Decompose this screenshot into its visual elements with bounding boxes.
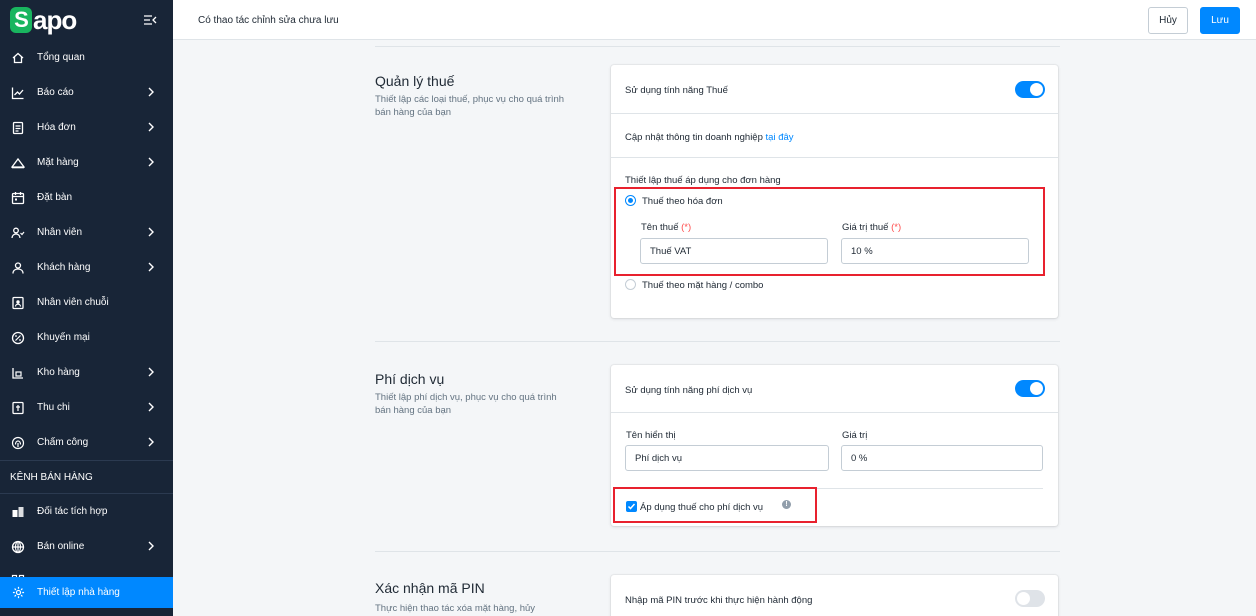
display-name-label: Tên hiển thị xyxy=(626,430,676,441)
promotion-icon xyxy=(11,331,25,345)
sidebar-item-label: Hóa đơn xyxy=(37,122,76,133)
sidebar-item-label: Đặt bàn xyxy=(37,192,73,203)
sidebar-item-label: Thu chi xyxy=(37,402,70,413)
sidebar-item-7[interactable]: Khách hàng xyxy=(0,250,173,285)
save-button[interactable]: Lưu xyxy=(1200,7,1240,34)
sidebar-item-restaurant-settings[interactable]: Thiết lập nhà hàng xyxy=(0,577,173,608)
sidebar-item-label: Nhân viên chuỗi xyxy=(37,297,109,308)
fee-value-input[interactable]: 0 % xyxy=(841,445,1043,471)
tax-toggle-switch[interactable] xyxy=(1015,81,1045,98)
pin-card: Nhập mã PIN trước khi thực hiện hành độn… xyxy=(611,575,1058,616)
fingerprint-icon xyxy=(11,436,25,450)
sidebar-item-11[interactable]: Thu chi xyxy=(0,390,173,425)
logo-row: Sapo xyxy=(0,0,173,40)
settings-icon xyxy=(11,586,25,600)
sidebar-item-label: Mặt hàng xyxy=(37,157,79,168)
sidebar-item-label: Bán online xyxy=(37,541,85,552)
pin-section-title: Xác nhận mã PIN xyxy=(375,580,485,596)
update-info-label: Cập nhật thông tin doanh nghiệp xyxy=(625,132,763,143)
invoice-icon xyxy=(11,121,25,135)
sidebar-item-3[interactable]: Hóa đơn xyxy=(0,110,173,145)
chevron-right-icon xyxy=(148,157,154,167)
tax-section-title: Quản lý thuế xyxy=(375,73,455,89)
customer-icon xyxy=(11,261,25,275)
divider xyxy=(375,341,1060,342)
sidebar-item-2[interactable]: Báo cáo xyxy=(0,75,173,110)
chevron-right-icon xyxy=(148,437,154,447)
sidebar-menu: Tổng quan Báo cáo Hóa đơn Mặt hàng Đặt bàn Nh… xyxy=(0,40,173,460)
sidebar: Sapo Tổng quan Báo cáo Hóa đơn Mặt hàng Đặt … xyxy=(0,0,173,616)
service-fee-toggle-row: Sử dụng tính năng phí dịch vụ xyxy=(611,365,1058,413)
sidebar-item-8[interactable]: Nhân viên chuỗi xyxy=(0,285,173,320)
staff-icon xyxy=(11,226,25,240)
sidebar-item-5[interactable]: Đặt bàn xyxy=(0,180,173,215)
sidebar-channel-item-2[interactable]: Bán online xyxy=(0,529,173,564)
sidebar-item-label: Thiết lập nhà hàng xyxy=(37,587,120,598)
sidebar-channel-item-1[interactable]: Đối tác tích hợp xyxy=(0,494,173,529)
sidebar-item-label: Khuyến mại xyxy=(37,332,90,343)
sidebar-item-10[interactable]: Kho hàng xyxy=(0,355,173,390)
tax-toggle-label: Sử dụng tính năng Thuế xyxy=(625,85,728,96)
chevron-right-icon xyxy=(148,367,154,377)
globe-icon xyxy=(11,540,25,554)
sidebar-item-4[interactable]: Mặt hàng xyxy=(0,145,173,180)
sapo-logo[interactable]: Sapo xyxy=(10,4,77,36)
service-fee-section-title: Phí dịch vụ xyxy=(375,371,445,387)
partner-icon xyxy=(11,505,25,519)
fee-value-label: Giá trị xyxy=(842,430,868,441)
sidebar-section-heading: KÊNH BÁN HÀNG xyxy=(0,460,173,494)
radio-tax-by-item-label: Thuế theo mặt hàng / combo xyxy=(642,280,764,291)
chart-line-icon xyxy=(11,86,25,100)
id-card-icon xyxy=(11,296,25,310)
update-info-text: Cập nhật thông tin doanh nghiệp tại đây xyxy=(625,132,794,143)
chevron-right-icon xyxy=(148,227,154,237)
divider xyxy=(375,46,1060,47)
tax-section-description: Thiết lập các loại thuế, phục vụ cho quá… xyxy=(375,94,565,118)
chevron-right-icon xyxy=(148,541,154,551)
sidebar-item-label: Khách hàng xyxy=(37,262,91,273)
divider xyxy=(375,551,1060,552)
sidebar-item-label: Tổng quan xyxy=(37,52,85,63)
highlight-box-apply-tax xyxy=(613,487,817,523)
sidebar-item-1[interactable]: Tổng quan xyxy=(0,40,173,75)
cancel-button[interactable]: Hủy xyxy=(1148,7,1188,34)
sidebar-item-label: Nhân viên xyxy=(37,227,83,238)
pin-section-description: Thực hiện thao tác xóa mặt hàng, hủy xyxy=(375,603,536,614)
pin-toggle-label: Nhập mã PIN trước khi thực hiện hành độn… xyxy=(625,595,813,606)
sidebar-item-9[interactable]: Khuyến mại xyxy=(0,320,173,355)
display-name-input[interactable]: Phí dịch vụ xyxy=(625,445,829,471)
chevron-right-icon xyxy=(148,262,154,272)
sidebar-item-label: Chấm công xyxy=(37,437,89,448)
chevron-right-icon xyxy=(148,122,154,132)
sidebar-item-label: Kho hàng xyxy=(37,367,80,378)
tax-apply-heading: Thiết lập thuế áp dụng cho đơn hàng xyxy=(625,175,781,186)
logo-text: apo xyxy=(33,4,77,35)
warehouse-icon xyxy=(11,366,25,380)
tax-update-row: Cập nhật thông tin doanh nghiệp tại đây xyxy=(611,114,1058,158)
sidebar-item-12[interactable]: Chấm công xyxy=(0,425,173,460)
topbar: Có thao tác chỉnh sửa chưa lưu Hủy Lưu xyxy=(173,0,1256,40)
cashbook-icon xyxy=(11,401,25,415)
chevron-right-icon xyxy=(148,87,154,97)
sidebar-item-label: Báo cáo xyxy=(37,87,74,98)
service-fee-section-description: Thiết lập phí dịch vụ, phục vụ cho quá t… xyxy=(375,392,557,416)
logo-letter: S xyxy=(10,7,32,33)
product-icon xyxy=(11,156,25,170)
update-info-link[interactable]: tại đây xyxy=(766,132,794,143)
sidebar-channel-menu: Đối tác tích hợpBán onlineQR Order xyxy=(0,494,173,588)
highlight-box-tax-invoice xyxy=(614,187,1045,276)
home-icon xyxy=(11,51,25,65)
unsaved-changes-message: Có thao tác chỉnh sửa chưa lưu xyxy=(198,15,339,26)
settings-content: Quản lý thuế Thiết lập các loại thuế, ph… xyxy=(173,41,1256,616)
sidebar-item-label: Đối tác tích hợp xyxy=(37,506,108,517)
radio-tax-by-item[interactable] xyxy=(625,279,636,290)
service-fee-toggle-label: Sử dụng tính năng phí dịch vụ xyxy=(625,385,753,396)
calendar-icon xyxy=(11,191,25,205)
chevron-right-icon xyxy=(148,402,154,412)
tax-toggle-row: Sử dụng tính năng Thuế xyxy=(611,65,1058,114)
collapse-menu-icon[interactable] xyxy=(143,13,157,27)
sidebar-item-6[interactable]: Nhân viên xyxy=(0,215,173,250)
pin-toggle-switch[interactable] xyxy=(1015,590,1045,607)
service-fee-toggle-switch[interactable] xyxy=(1015,380,1045,397)
